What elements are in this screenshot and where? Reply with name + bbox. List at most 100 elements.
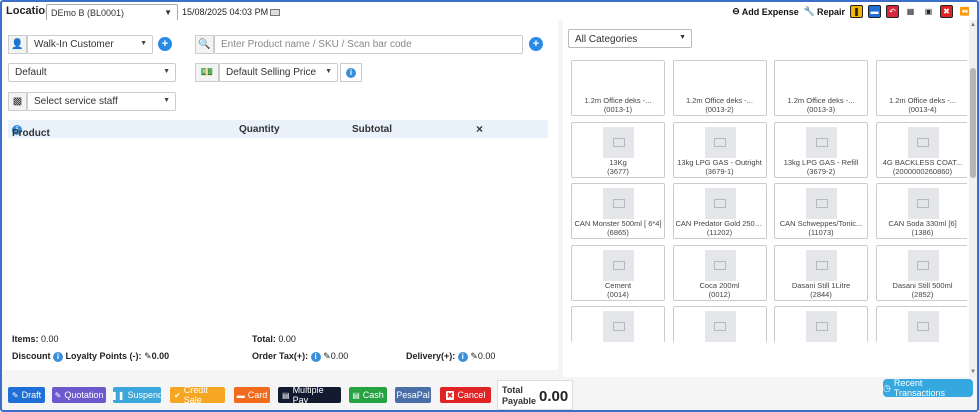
cancel-button[interactable]: ✖ Cancel [440, 387, 491, 403]
edit-icon[interactable]: ✎ [323, 351, 331, 361]
info-icon[interactable]: i [457, 351, 468, 362]
pause-icon: ❚ [853, 7, 860, 16]
calculator-button[interactable]: ▦ [904, 5, 917, 18]
product-card[interactable]: Cement (0014) [571, 244, 665, 301]
items-label: Items: [12, 334, 39, 344]
back-button[interactable]: ⏪ [958, 5, 971, 18]
selling-price-select[interactable]: Default Selling Price ▼ [219, 63, 338, 82]
credit-sale-button[interactable]: ✔ Credit Sale [170, 385, 225, 405]
col-subtotal: Subtotal [352, 124, 392, 135]
staff-icon: ▩ [8, 92, 27, 111]
image-placeholder-icon [806, 249, 837, 281]
product-card[interactable]: 1.2m Office deks -... (0013-3) [774, 60, 868, 116]
chevron-down-icon: ▼ [163, 97, 170, 104]
total-payable-value: 0.00 [539, 388, 569, 405]
info-icon[interactable]: i [53, 351, 64, 362]
info-icon[interactable]: i [310, 351, 321, 362]
draft-button[interactable]: ✎ Draft [8, 387, 45, 403]
pause-button[interactable]: ❚ [850, 5, 863, 18]
product-sku: (0013-2) [705, 105, 734, 114]
screen-button[interactable]: ▬ [868, 5, 881, 18]
edit-icon[interactable]: ✎ [144, 351, 152, 361]
card-button[interactable]: ▬ Card [234, 387, 270, 403]
product-card[interactable]: 13kg LPG GAS - Outright (3679-1) [672, 121, 767, 178]
product-sku: (0012) [708, 289, 731, 299]
customer-select[interactable]: Walk-In Customer ▼ [27, 35, 153, 54]
product-card[interactable] [672, 306, 767, 342]
price-group-select[interactable]: Default ▼ [8, 63, 176, 82]
add-customer-button[interactable]: + [158, 37, 172, 51]
undo-button[interactable]: ↶ [886, 5, 899, 18]
pesapal-button[interactable]: PesaPal [395, 387, 431, 403]
product-card[interactable]: CAN Monster 500ml [ 6*4] (6865) [571, 183, 665, 239]
keyboard-icon[interactable] [270, 9, 281, 17]
close-icon: ✖ [445, 390, 455, 400]
cart-table-header: Product i Quantity Subtotal × [8, 120, 548, 139]
chevron-down-icon: ▼ [325, 68, 332, 75]
col-remove-icon: × [476, 122, 484, 136]
suspend-button[interactable]: ❚❚ Suspend [111, 387, 163, 403]
window-icon: ▬ [870, 7, 879, 16]
category-select[interactable]: All Categories ▼ [568, 29, 692, 48]
selling-price-info[interactable]: i [340, 63, 362, 82]
product-card[interactable]: 13kg LPG GAS - Refill (3679-2) [774, 121, 868, 178]
product-name: 1.2m Office deks -... [686, 96, 753, 105]
product-sku: (3679-1) [705, 166, 734, 176]
edit-icon: ✎ [11, 390, 19, 400]
add-expense-link[interactable]: ⊖ Add Expense [732, 6, 799, 17]
category-value: All Categories [575, 34, 638, 45]
product-card[interactable]: Coca 200ml (0012) [672, 244, 767, 301]
briefcase-button[interactable]: ▣ [922, 5, 935, 18]
product-card[interactable]: CAN Soda 330ml [6] (1386) [875, 183, 967, 239]
product-scrollbar[interactable]: ▲ ▼ [969, 20, 977, 377]
edit-icon[interactable]: ✎ [470, 351, 478, 361]
customer-value: Walk-In Customer [34, 39, 114, 50]
product-card[interactable]: 1.2m Office deks -... (0013-1) [571, 60, 665, 116]
image-placeholder-icon [603, 311, 634, 342]
product-card[interactable]: 1.2m Office deks -... (0013-4) [875, 60, 967, 116]
scroll-down-icon[interactable]: ▼ [970, 369, 976, 375]
cash-label: Cash [362, 390, 384, 400]
product-name: Coca 200ml [699, 280, 740, 290]
image-placeholder-icon [907, 188, 939, 219]
location-select[interactable]: DEmo B (BL0001) ▼ [46, 4, 178, 21]
multiple-pay-button[interactable]: ▤ Multiple Pay [278, 385, 341, 405]
repair-link[interactable]: 🔧 Repair [804, 6, 845, 17]
add-product-button[interactable]: + [529, 37, 543, 51]
discount-row: Discount i Loyalty Points (-): ✎0.00 [12, 351, 169, 362]
product-sku: (0013-1) [603, 105, 633, 114]
product-sku: (3677) [607, 166, 629, 176]
quotation-button[interactable]: ✎ Quotation [52, 387, 106, 403]
scroll-up-icon[interactable]: ▲ [970, 22, 976, 28]
product-card[interactable] [571, 306, 665, 342]
user-icon: 👤 [8, 35, 27, 54]
product-card[interactable]: CAN Schweppes/Tonic... (11073) [774, 183, 868, 239]
product-card[interactable]: 13Kg (3677) [571, 121, 665, 178]
cash-button[interactable]: ▤ Cash [349, 387, 387, 403]
credit-card-icon: ▬ [236, 390, 245, 400]
recent-transactions-label: Recent Transactions [893, 378, 946, 398]
loyalty-value: 0.00 [151, 351, 170, 361]
image-placeholder-icon [603, 249, 634, 281]
edit-icon: ✎ [54, 390, 62, 400]
recent-transactions-button[interactable]: ◷ Recent Transactions [883, 378, 973, 398]
product-card[interactable]: Dasani Still 1Litre (2844) [774, 244, 868, 301]
image-placeholder-icon [704, 126, 736, 158]
chevron-down-icon: ▼ [140, 40, 147, 47]
product-name: CAN Monster 500ml [ 6*4] [574, 219, 662, 228]
product-search-input[interactable]: Enter Product name / SKU / Scan bar code [214, 35, 523, 54]
top-bar: Location: DEmo B (BL0001) ▼ 15/08/2025 0… [2, 2, 977, 21]
product-card[interactable]: Dasani Still 500ml (2852) [875, 244, 967, 301]
scrollbar-thumb[interactable] [970, 68, 976, 178]
order-tax-value: 0.00 [330, 351, 349, 361]
close-register-button[interactable]: ✖ [940, 5, 953, 18]
suspend-label: Suspend [127, 390, 163, 400]
product-card[interactable] [875, 306, 967, 342]
product-card[interactable] [774, 306, 868, 342]
product-name: 1.2m Office deks -... [584, 96, 652, 105]
product-card[interactable]: 1.2m Office deks -... (0013-2) [672, 60, 767, 116]
service-staff-select[interactable]: Select service staff ▼ [27, 92, 176, 111]
product-card[interactable]: CAN Predator Gold 250ml... (11202) [672, 183, 767, 239]
order-tax-label: Order Tax(+): [252, 351, 309, 361]
product-card[interactable]: 4G BACKLESS COAT... (2000000260860) [875, 121, 967, 178]
